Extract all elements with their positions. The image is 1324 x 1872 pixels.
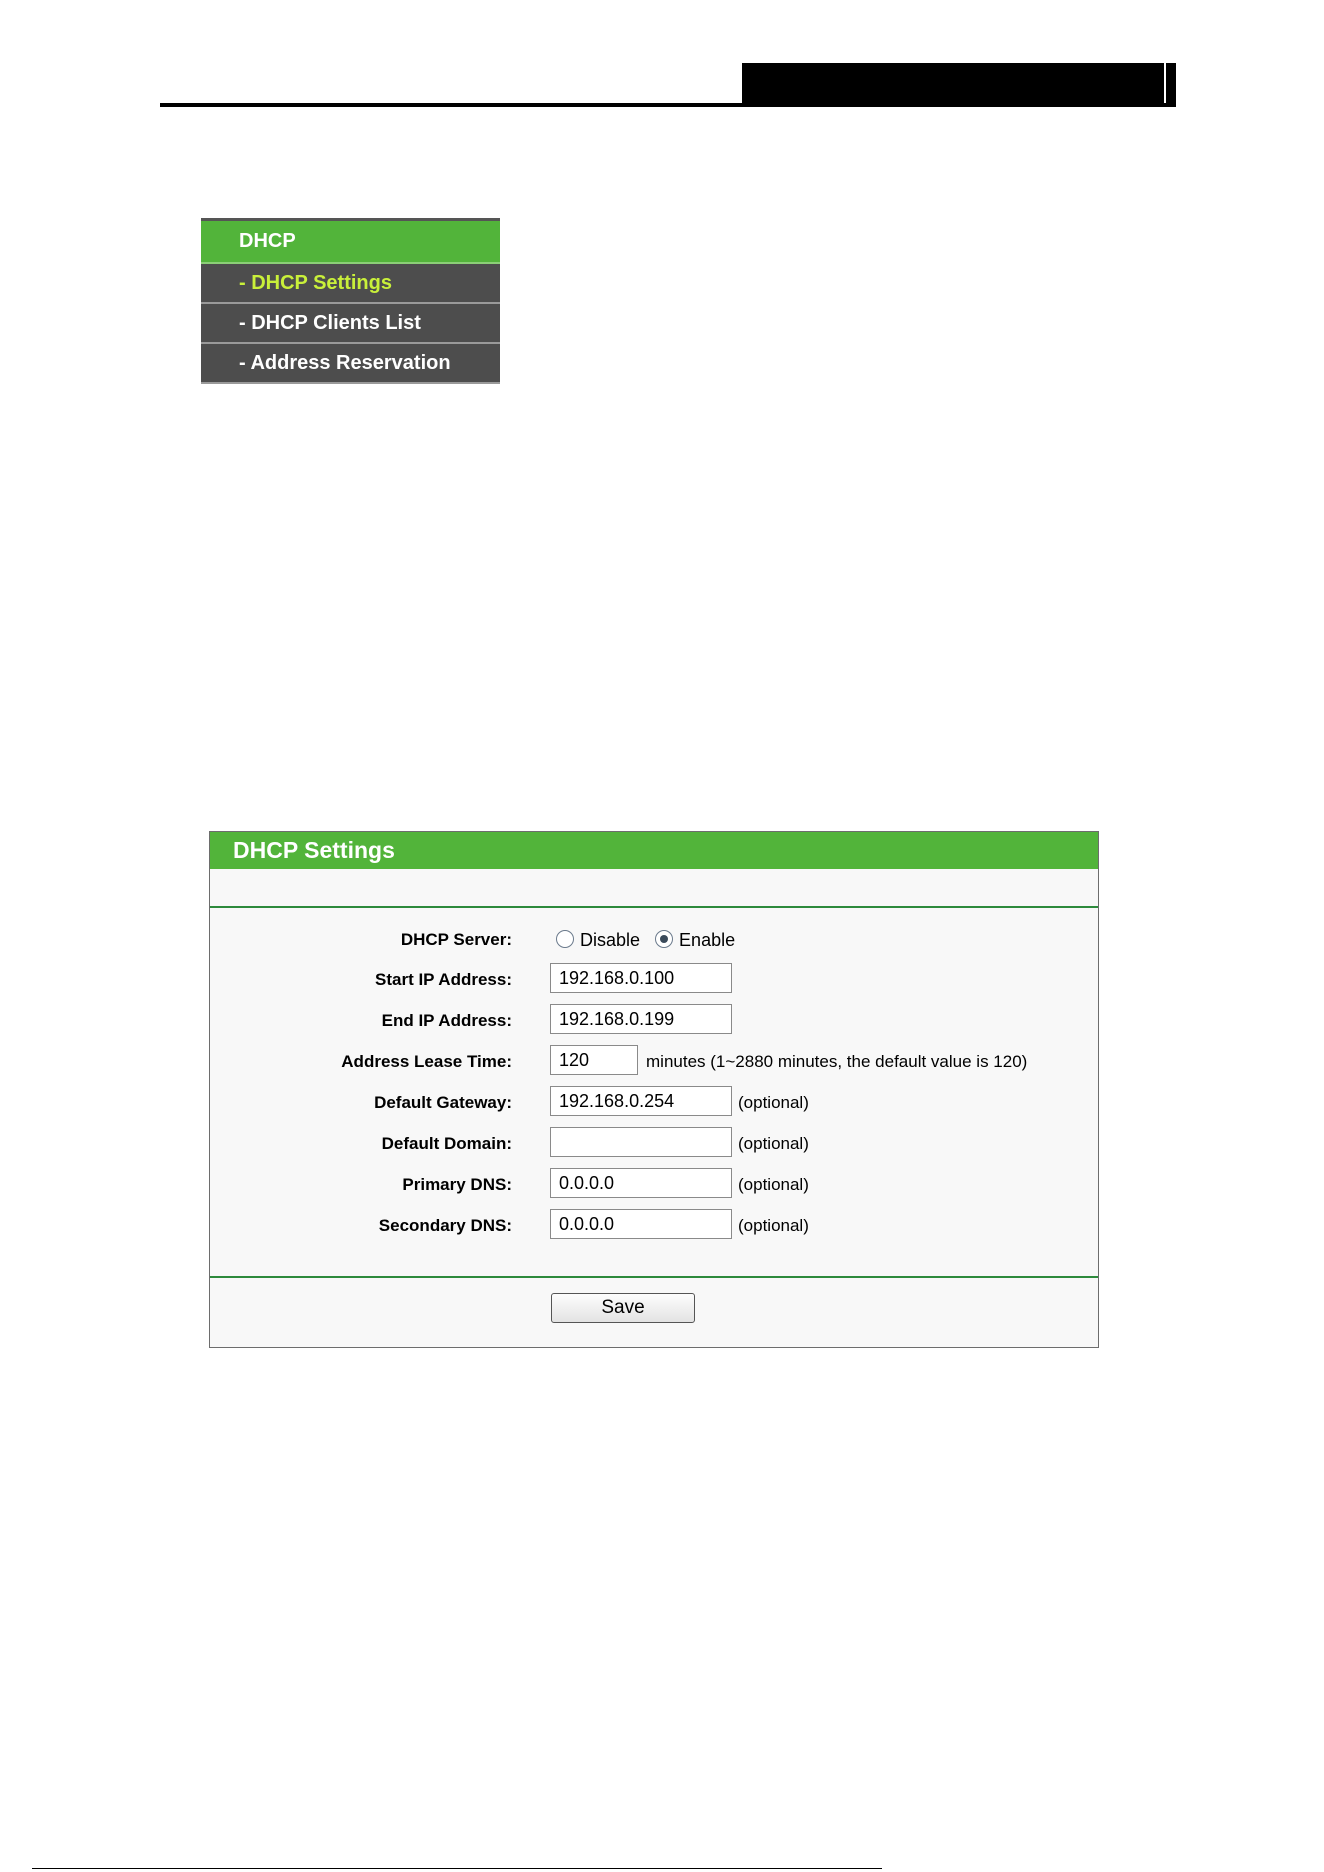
row-end-ip: End IP Address: 192.168.0.199 <box>210 1004 1098 1038</box>
primary-dns-optional-note: (optional) <box>738 1175 809 1194</box>
secondary-dns-optional-note: (optional) <box>738 1216 809 1235</box>
row-lease-time: Address Lease Time: 120 minutes (1~2880 … <box>210 1045 1098 1079</box>
domain-label: Default Domain: <box>381 1134 512 1153</box>
lease-time-note: minutes (1~2880 minutes, the default val… <box>646 1052 1028 1071</box>
menu-heading-dhcp[interactable]: DHCP <box>201 221 500 264</box>
primary-dns-label: Primary DNS: <box>402 1175 512 1194</box>
secondary-dns-label: Secondary DNS: <box>378 1216 512 1235</box>
row-domain: Default Domain: (optional) <box>210 1127 1098 1161</box>
radio-disable[interactable] <box>556 930 574 949</box>
radio-disable-label[interactable]: Disable <box>580 930 640 950</box>
start-ip-label: Start IP Address: <box>375 970 512 989</box>
dhcp-server-label: DHCP Server: <box>400 930 512 949</box>
dhcp-settings-panel: DHCP Settings DHCP Server: Disable Enabl… <box>209 831 1099 1348</box>
dhcp-menu: DHCP - DHCP Settings - DHCP Clients List… <box>201 218 500 384</box>
panel-form: DHCP Server: Disable Enable Start IP Add… <box>210 908 1098 1278</box>
header-black-bar <box>742 63 1164 107</box>
row-primary-dns: Primary DNS: 0.0.0.0 (optional) <box>210 1168 1098 1202</box>
footer-rule <box>32 1868 882 1869</box>
header-rule <box>160 103 1176 107</box>
menu-item-address-reservation[interactable]: - Address Reservation <box>201 344 500 384</box>
menu-item-dhcp-clients-list[interactable]: - DHCP Clients List <box>201 304 500 344</box>
dhcp-server-radio-group: Disable Enable <box>556 923 745 957</box>
panel-gap <box>210 869 1098 908</box>
gateway-label: Default Gateway: <box>374 1093 512 1112</box>
end-ip-label: End IP Address: <box>381 1011 512 1030</box>
row-dhcp-server: DHCP Server: Disable Enable <box>210 923 1098 957</box>
start-ip-input[interactable]: 192.168.0.100 <box>550 963 732 993</box>
secondary-dns-input[interactable]: 0.0.0.0 <box>550 1209 732 1239</box>
radio-enable[interactable] <box>655 930 674 949</box>
end-ip-input[interactable]: 192.168.0.199 <box>550 1004 732 1034</box>
menu-item-dhcp-settings[interactable]: - DHCP Settings <box>201 264 500 304</box>
primary-dns-input[interactable]: 0.0.0.0 <box>550 1168 732 1198</box>
row-secondary-dns: Secondary DNS: 0.0.0.0 (optional) <box>210 1209 1098 1243</box>
panel-title: DHCP Settings <box>210 832 1098 869</box>
row-start-ip: Start IP Address: 192.168.0.100 <box>210 963 1098 997</box>
radio-enable-label[interactable]: Enable <box>679 930 735 950</box>
save-button[interactable]: Save <box>551 1293 695 1323</box>
domain-optional-note: (optional) <box>738 1134 809 1153</box>
header-black-bar-edge <box>1166 63 1176 107</box>
gateway-optional-note: (optional) <box>738 1093 809 1112</box>
lease-time-label: Address Lease Time: <box>341 1052 512 1071</box>
gateway-input[interactable]: 192.168.0.254 <box>550 1086 732 1116</box>
row-gateway: Default Gateway: 192.168.0.254 (optional… <box>210 1086 1098 1120</box>
lease-time-input[interactable]: 120 <box>550 1045 638 1075</box>
domain-input[interactable] <box>550 1127 732 1157</box>
panel-footer: Save <box>210 1278 1098 1347</box>
